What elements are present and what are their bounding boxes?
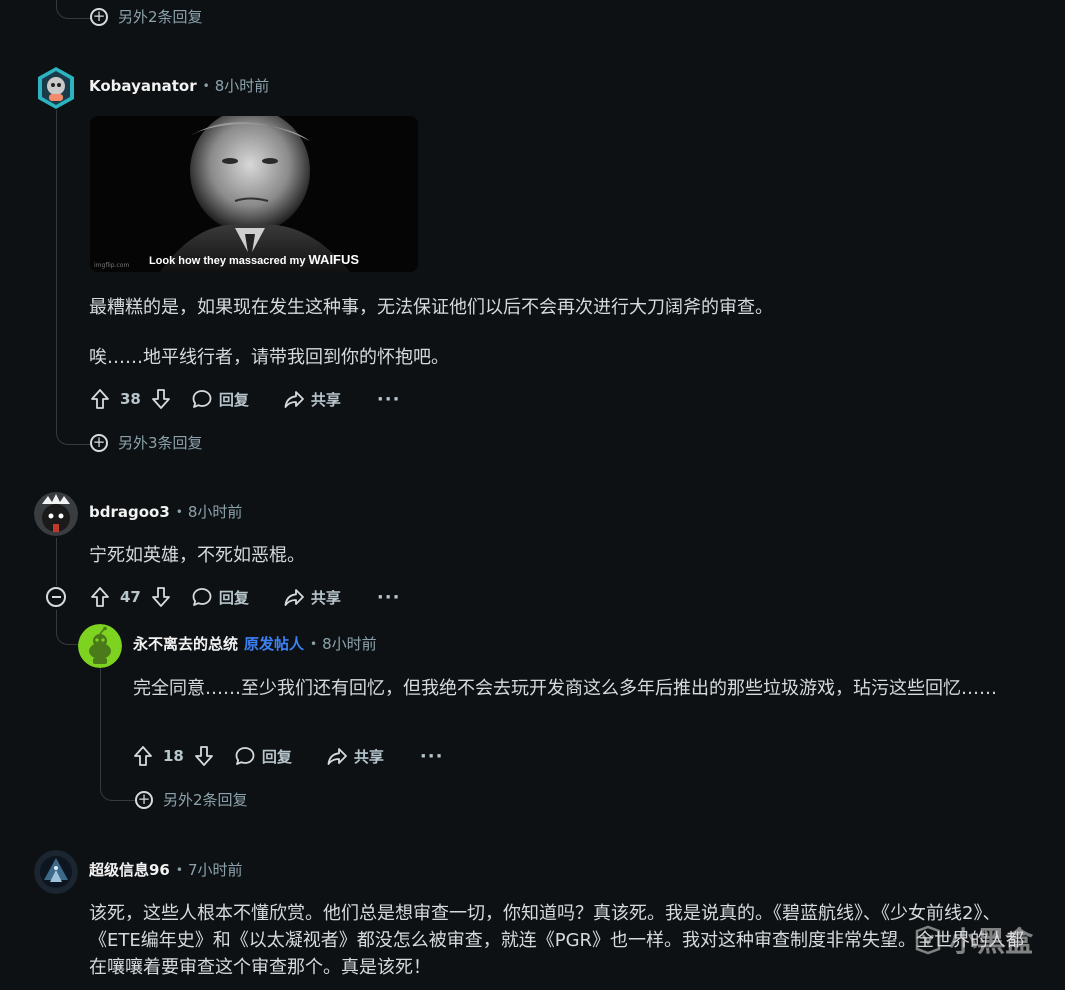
- thread-curve-top: [56, 0, 91, 19]
- share-label: 共享: [310, 588, 341, 607]
- share-button[interactable]: 共享: [283, 586, 341, 608]
- expand-plus-icon: +: [90, 433, 108, 452]
- upvote-arrow-icon: [91, 389, 109, 409]
- avatar[interactable]: [78, 624, 122, 668]
- avatar[interactable]: [36, 66, 76, 110]
- share-arrow-icon: [284, 589, 304, 606]
- expand-plus-icon: +: [90, 7, 108, 26]
- timestamp[interactable]: 7小时前: [188, 859, 243, 880]
- comment-meta: 永不离去的总统 原发帖人 • 8小时前: [133, 633, 377, 654]
- more-options-button[interactable]: ···: [377, 587, 401, 608]
- meta-separator: •: [202, 78, 210, 93]
- watermark-text: 小黑盒: [948, 925, 1033, 958]
- vote-score: 47: [120, 588, 141, 606]
- gif-caption-emphasis: WAIFUS: [308, 252, 360, 267]
- comment-gif[interactable]: Look how they massacred my WAIFUS imgfli…: [90, 116, 418, 272]
- meta-separator: •: [310, 636, 318, 651]
- timestamp[interactable]: 8小时前: [215, 75, 270, 96]
- avatar[interactable]: [34, 850, 78, 894]
- timestamp[interactable]: 8小时前: [322, 633, 377, 654]
- more-replies-label: 另外2条回复: [118, 8, 203, 26]
- reply-button[interactable]: 回复: [191, 388, 249, 410]
- thread-curve-kobayanator: [56, 420, 91, 445]
- upvote-button[interactable]: [90, 586, 110, 608]
- meta-separator: •: [175, 862, 183, 877]
- reply-label: 回复: [218, 390, 249, 409]
- comment-bubble-icon: [192, 390, 212, 408]
- op-badge: 原发帖人: [244, 635, 305, 653]
- thread-curve-bdragoo3-child: [56, 610, 79, 645]
- gif-watermark: imgflip.com: [94, 262, 130, 269]
- comment-paragraph: 最糟糕的是，如果现在发生这种事，无法保证他们以后不会再次进行大刀阔斧的审查。: [89, 297, 773, 318]
- more-replies-op[interactable]: + 另外2条回复: [135, 789, 248, 810]
- thread-line-op: [100, 668, 101, 786]
- comment-meta: Kobayanator • 8小时前: [89, 75, 269, 96]
- more-replies-kobayanator[interactable]: + 另外3条回复: [90, 432, 203, 453]
- comment-meta: 超级信息96 • 7小时前: [89, 859, 243, 880]
- share-arrow-icon: [284, 391, 304, 408]
- downvote-arrow-icon: [151, 587, 170, 607]
- more-replies-label: 另外3条回复: [118, 434, 203, 452]
- downvote-arrow-icon: [194, 746, 213, 766]
- collapse-thread-button[interactable]: [46, 587, 66, 607]
- share-button[interactable]: 共享: [283, 388, 341, 410]
- comment-meta: bdragoo3 • 8小时前: [89, 501, 242, 522]
- comment-paragraph: 宁死如英雄，不死如恶棍。: [89, 545, 305, 566]
- thread-curve-op: [100, 776, 135, 801]
- upvote-arrow-icon: [91, 587, 109, 607]
- meta-separator: •: [175, 504, 183, 519]
- share-label: 共享: [353, 747, 384, 766]
- reply-label: 回复: [218, 588, 249, 607]
- expand-plus-icon: +: [135, 790, 153, 809]
- godfather-gif-image: [90, 116, 418, 272]
- thread-line-bdragoo3: [56, 538, 57, 586]
- upvote-arrow-icon: [134, 746, 152, 766]
- timestamp[interactable]: 8小时前: [188, 501, 243, 522]
- vote-score: 18: [163, 747, 184, 765]
- author-name[interactable]: 超级信息96: [89, 859, 170, 880]
- share-label: 共享: [310, 390, 341, 409]
- comment-paragraph: 该死，这些人根本不懂欣赏。他们总是想审查一切，你知道吗？真该死。我是说真的。《碧…: [89, 903, 1025, 978]
- author-name[interactable]: Kobayanator: [89, 77, 197, 95]
- heybox-logo-icon: [915, 925, 941, 955]
- vote-score: 38: [120, 390, 141, 408]
- author-name[interactable]: bdragoo3: [89, 503, 170, 521]
- site-watermark: 小黑盒: [913, 920, 1033, 960]
- more-replies-top[interactable]: + 另外2条回复: [90, 6, 203, 27]
- share-button[interactable]: 共享: [326, 745, 384, 767]
- more-options-button[interactable]: ···: [377, 389, 401, 410]
- gif-caption-text: Look how they massacred my: [148, 255, 309, 267]
- comment-actions: 38 回复 共享 ···: [90, 388, 400, 410]
- downvote-arrow-icon: [151, 389, 170, 409]
- more-replies-label: 另外2条回复: [163, 791, 248, 809]
- upvote-button[interactable]: [90, 388, 110, 410]
- comment-paragraph: 唉……地平线行者，请带我回到你的怀抱吧。: [89, 347, 449, 368]
- author-name[interactable]: 永不离去的总统: [133, 633, 238, 654]
- comment-paragraph: 完全同意……至少我们还有回忆，但我绝不会去玩开发商这么多年后推出的那些垃圾游戏，…: [133, 678, 997, 699]
- comment-bubble-icon: [235, 747, 255, 765]
- reply-button[interactable]: 回复: [191, 586, 249, 608]
- upvote-button[interactable]: [133, 745, 153, 767]
- more-options-button[interactable]: ···: [420, 746, 444, 767]
- share-arrow-icon: [327, 748, 347, 765]
- downvote-button[interactable]: [194, 745, 214, 767]
- thread-line-kobayanator: [56, 110, 57, 430]
- reply-button[interactable]: 回复: [234, 745, 292, 767]
- downvote-button[interactable]: [151, 388, 171, 410]
- avatar[interactable]: [34, 492, 78, 536]
- comment-actions: 47 回复 共享 ···: [90, 586, 400, 608]
- gif-caption: Look how they massacred my WAIFUS: [90, 252, 418, 267]
- comment-actions: 18 回复 共享 ···: [133, 745, 443, 767]
- comment-bubble-icon: [192, 588, 212, 606]
- downvote-button[interactable]: [151, 586, 171, 608]
- reply-label: 回复: [261, 747, 292, 766]
